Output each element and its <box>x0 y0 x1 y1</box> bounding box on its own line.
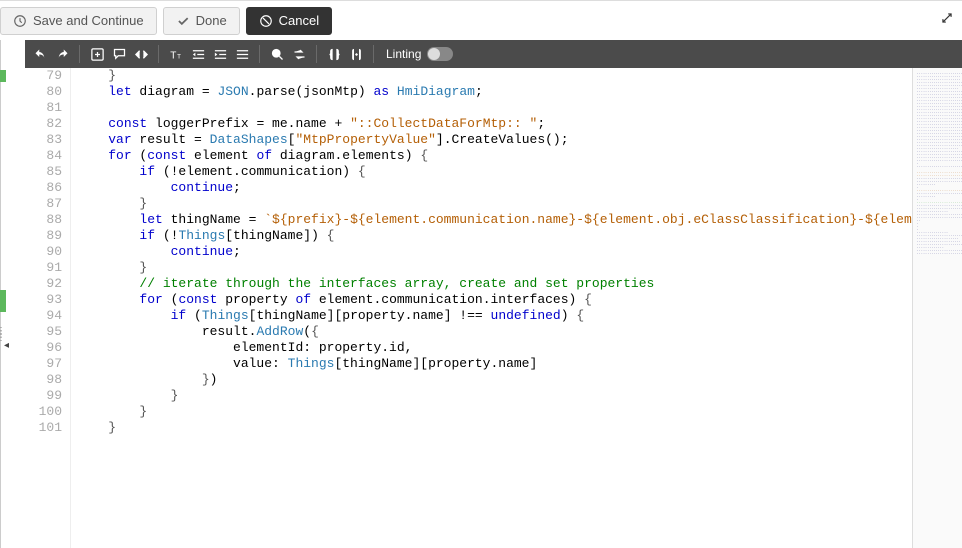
save-label: Save and Continue <box>33 13 144 28</box>
line-number: 81 <box>37 100 62 116</box>
save-icon <box>13 14 27 28</box>
font-size-icon[interactable]: TT <box>167 45 185 63</box>
change-marker <box>0 70 6 82</box>
code-line[interactable]: value: Things[thingName][property.name] <box>77 356 912 372</box>
braces-icon[interactable] <box>325 45 343 63</box>
line-number: 101 <box>37 420 62 436</box>
done-button[interactable]: Done <box>163 7 240 35</box>
save-and-continue-button[interactable]: Save and Continue <box>0 7 157 35</box>
search-icon[interactable] <box>268 45 286 63</box>
line-number: 98 <box>37 372 62 388</box>
line-number: 79 <box>37 68 62 84</box>
code-line[interactable]: if (!Things[thingName]) { <box>77 228 912 244</box>
code-line[interactable]: let diagram = JSON.parse(jsonMtp) as Hmi… <box>77 84 912 100</box>
code-line[interactable]: } <box>77 388 912 404</box>
line-number: 95 <box>37 324 62 340</box>
code-line[interactable]: const loggerPrefix = me.name + "::Collec… <box>77 116 912 132</box>
linting-toggle[interactable] <box>427 47 453 61</box>
topbar: Save and Continue Done Cancel <box>0 0 962 40</box>
code-icon[interactable] <box>132 45 150 63</box>
line-number: 89 <box>37 228 62 244</box>
check-icon <box>176 14 190 28</box>
code-line[interactable]: for (const property of element.communica… <box>77 292 912 308</box>
outdent-icon[interactable] <box>189 45 207 63</box>
line-number: 92 <box>37 276 62 292</box>
line-number: 97 <box>37 356 62 372</box>
code-content[interactable]: } let diagram = JSON.parse(jsonMtp) as H… <box>71 68 912 548</box>
drag-handle[interactable]: ⋮⋮⋮ <box>0 330 6 339</box>
code-line[interactable]: elementId: property.id, <box>77 340 912 356</box>
list-icon[interactable] <box>233 45 251 63</box>
indent-icon[interactable] <box>211 45 229 63</box>
cancel-button[interactable]: Cancel <box>246 7 332 35</box>
line-number: 87 <box>37 196 62 212</box>
svg-text:T: T <box>177 53 181 60</box>
undo-icon[interactable] <box>31 45 49 63</box>
add-panel-icon[interactable] <box>88 45 106 63</box>
code-line[interactable]: } <box>77 404 912 420</box>
braces-add-icon[interactable] <box>347 45 365 63</box>
editor-toolbar: TT Linting <box>25 40 962 68</box>
line-number: 86 <box>37 180 62 196</box>
redo-icon[interactable] <box>53 45 71 63</box>
line-number: 88 <box>37 212 62 228</box>
line-number: 80 <box>37 84 62 100</box>
comment-icon[interactable] <box>110 45 128 63</box>
line-number: 91 <box>37 260 62 276</box>
code-line[interactable]: } <box>77 260 912 276</box>
code-line[interactable]: // iterate through the interfaces array,… <box>77 276 912 292</box>
code-line[interactable]: } <box>77 68 912 84</box>
line-number: 96 <box>37 340 62 356</box>
code-line[interactable] <box>77 100 912 116</box>
code-line[interactable]: continue; <box>77 180 912 196</box>
editor: TT Linting 79808182838485868788899091929… <box>25 40 962 548</box>
line-number: 82 <box>37 116 62 132</box>
code-line[interactable]: let thingName = `${prefix}-${element.com… <box>77 212 912 228</box>
chevron-left-icon[interactable]: ◂ <box>4 340 9 351</box>
line-number: 94 <box>37 308 62 324</box>
code-line[interactable]: if (Things[thingName][property.name] !==… <box>77 308 912 324</box>
code-line[interactable]: } <box>77 196 912 212</box>
replace-icon[interactable] <box>290 45 308 63</box>
line-number: 84 <box>37 148 62 164</box>
code-line[interactable]: } <box>77 420 912 436</box>
done-label: Done <box>196 13 227 28</box>
line-number: 100 <box>37 404 62 420</box>
code-line[interactable]: for (const element of diagram.elements) … <box>77 148 912 164</box>
code-line[interactable]: if (!element.communication) { <box>77 164 912 180</box>
line-number: 85 <box>37 164 62 180</box>
code-line[interactable]: var result = DataShapes["MtpPropertyValu… <box>77 132 912 148</box>
left-panel-collapsed: ⋮⋮⋮ ◂ <box>0 40 1 548</box>
line-number-gutter: 7980818283848586878889909192939495969798… <box>25 68 71 548</box>
code-line[interactable]: continue; <box>77 244 912 260</box>
code-area[interactable]: 7980818283848586878889909192939495969798… <box>25 68 962 548</box>
line-number: 99 <box>37 388 62 404</box>
code-line[interactable]: result.AddRow({ <box>77 324 912 340</box>
cancel-icon <box>259 14 273 28</box>
line-number: 83 <box>37 132 62 148</box>
fullscreen-icon[interactable] <box>940 11 954 25</box>
change-marker <box>0 290 6 312</box>
cancel-label: Cancel <box>279 13 319 28</box>
code-line[interactable]: }) <box>77 372 912 388</box>
line-number: 90 <box>37 244 62 260</box>
editor-wrap: ⋮⋮⋮ ◂ TT Linting <box>0 40 962 548</box>
line-number: 93 <box>37 292 62 308</box>
svg-text:T: T <box>170 50 176 61</box>
minimap[interactable]: ········································… <box>912 68 962 548</box>
linting-label: Linting <box>386 47 421 61</box>
